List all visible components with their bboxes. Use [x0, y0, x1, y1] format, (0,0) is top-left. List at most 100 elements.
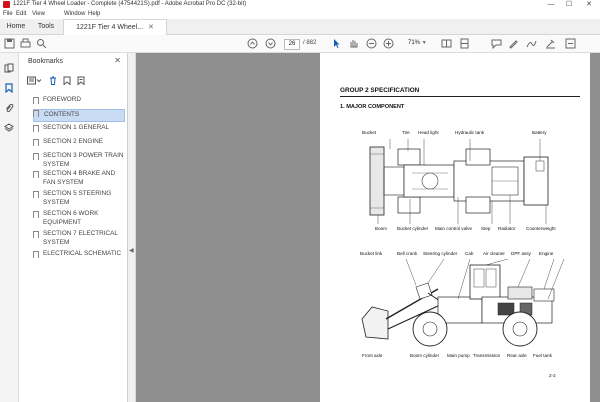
label-main-control-valve: Main control valve [435, 226, 473, 231]
title-divider [340, 96, 580, 97]
label-head-light: Head light [418, 130, 439, 135]
label-counterweight: Counterweight [526, 226, 556, 231]
close-tab-icon[interactable]: ✕ [148, 24, 154, 31]
bookmark-icon [33, 97, 39, 104]
label-steering-cylinder: Steering cylinder [423, 251, 458, 256]
minimize-button[interactable]: — [544, 0, 558, 10]
menu-help[interactable]: Help [88, 11, 100, 17]
zoom-in-icon[interactable] [383, 38, 394, 49]
loader-side-view-diagram [361, 259, 565, 347]
label-step: Step [481, 226, 491, 231]
scroll-mode-icon[interactable] [459, 38, 470, 49]
menu-bar: File Edit View Window Help [0, 10, 600, 19]
save-icon[interactable] [4, 38, 15, 49]
label-boom-cylinder: Boom cylinder [410, 353, 440, 358]
new-bookmark-icon[interactable] [63, 76, 71, 87]
label-dpf-assy: DPF assy [511, 251, 531, 256]
acrobat-app-icon [3, 1, 10, 8]
tab-bar: Home Tools 1221F Tier 4 Wheel... ✕ [0, 19, 600, 35]
close-window-button[interactable]: ✕ [582, 0, 596, 10]
bookmark-icon [33, 153, 39, 160]
bookmark-section-2[interactable]: SECTION 2 ENGINE [33, 138, 125, 147]
hand-tool-icon[interactable] [348, 38, 359, 49]
label-main-pump: Main pump [447, 353, 470, 358]
label-hydraulic-tank: Hydraulic tank [455, 130, 485, 135]
bookmark-icon [33, 171, 39, 178]
highlight-pen-icon[interactable] [508, 38, 519, 49]
tab-home[interactable]: Home [3, 19, 29, 34]
zoom-level[interactable]: 71% ▼ [408, 39, 430, 48]
next-page-icon[interactable] [265, 38, 276, 49]
fill-sign-icon[interactable] [545, 38, 556, 49]
label-bucket-cylinder: Bucket cylinder [397, 226, 429, 231]
bookmark-icon [33, 211, 39, 218]
label-rear-axle: Rear axle [507, 353, 527, 358]
label-battery: Battery [532, 130, 547, 135]
label-radiator: Radiator [498, 226, 516, 231]
tab-tools[interactable]: Tools [33, 19, 59, 34]
bookmark-section-5[interactable]: SECTION 5 STEERING SYSTEM [33, 190, 125, 207]
label-engine: Engine [539, 251, 554, 256]
menu-file[interactable]: File [3, 11, 13, 17]
menu-view[interactable]: View [32, 11, 45, 17]
bookmark-section-3[interactable]: SECTION 3 POWER TRAIN SYSTEM [33, 152, 125, 169]
draw-icon[interactable] [526, 38, 537, 49]
bookmarks-panel: Bookmarks ✕ FOREWORD CONTENTS SECTION 1 … [19, 53, 128, 402]
label-front-axle: Front axle [362, 353, 383, 358]
pdf-page: GROUP 2 SPECIFICATION 1. MAJOR COMPONENT… [320, 53, 590, 402]
bookmark-icon [33, 231, 39, 238]
bookmark-foreword[interactable]: FOREWORD [33, 96, 125, 105]
group-title: GROUP 2 SPECIFICATION [340, 87, 420, 94]
search-icon[interactable] [36, 38, 47, 49]
bookmark-section-7[interactable]: SECTION 7 ELECTRICAL SYSTEM [33, 230, 125, 247]
bookmark-section-1[interactable]: SECTION 1 GENERAL [33, 124, 125, 133]
delete-bookmark-icon[interactable] [49, 76, 57, 87]
navigation-rail [0, 53, 19, 402]
loader-top-view-diagram [369, 139, 549, 224]
label-fuel-tank: Fuel tank [533, 353, 552, 358]
comment-icon[interactable] [491, 38, 502, 50]
maximize-button[interactable]: ☐ [562, 0, 576, 10]
label-bell-crank: Bell crank [397, 251, 418, 256]
bookmark-section-6[interactable]: SECTION 6 WORK EQUIPMENT [33, 210, 125, 227]
page-thumbnails-icon[interactable] [4, 63, 14, 73]
attachments-icon[interactable] [4, 103, 14, 113]
label-bucket: Bucket [362, 130, 377, 135]
label-transmission: Transmission [473, 353, 501, 358]
bookmark-icon [33, 251, 39, 258]
bookmark-icon [33, 110, 39, 117]
bookmarks-panel-title: Bookmarks [28, 58, 64, 65]
tab-document[interactable]: 1221F Tier 4 Wheel... ✕ [63, 19, 167, 35]
bookmark-contents[interactable]: CONTENTS [33, 109, 125, 122]
menu-edit[interactable]: Edit [16, 11, 26, 17]
bookmark-options-icon[interactable] [27, 76, 42, 87]
layers-icon[interactable] [4, 123, 14, 133]
zoom-out-icon[interactable] [366, 38, 377, 49]
label-boom: Boom [375, 226, 388, 231]
previous-page-icon[interactable] [247, 38, 258, 49]
label-tire: Tire [402, 130, 410, 135]
label-bucket-link: Bucket link [360, 251, 383, 256]
tab-document-label: 1221F Tier 4 Wheel... [76, 24, 144, 31]
close-panel-icon[interactable]: ✕ [114, 56, 121, 65]
fit-page-icon[interactable] [441, 38, 452, 49]
bookmark-icon [33, 125, 39, 132]
label-air-cleaner: Air cleaner [483, 251, 505, 256]
more-tools-icon[interactable] [565, 38, 576, 49]
menu-window[interactable]: Window [64, 11, 85, 17]
bookmark-electrical-schematic[interactable]: ELECTRICAL SCHEMATIC [33, 250, 125, 259]
bookmark-section-4[interactable]: SECTION 4 BRAKE AND FAN SYSTEM [33, 170, 125, 187]
select-cursor-icon[interactable] [331, 38, 342, 49]
page-number-input[interactable]: 26 [284, 39, 300, 50]
expand-bookmark-icon[interactable] [77, 76, 85, 87]
print-icon[interactable] [20, 38, 31, 49]
bookmark-icon [33, 139, 39, 146]
collapse-panel-icon[interactable]: ◀ [129, 247, 134, 254]
page-total: / 882 [303, 40, 317, 46]
page-code: 2-2 [549, 373, 556, 378]
toolbar: 26 / 882 71% ▼ [0, 35, 600, 53]
chevron-down-icon: ▼ [421, 40, 427, 46]
window-title: 1221F Tier 4 Wheel Loader - Complete (47… [13, 1, 247, 7]
panel-splitter[interactable]: ◀ [128, 53, 136, 402]
bookmarks-icon[interactable] [4, 83, 14, 94]
